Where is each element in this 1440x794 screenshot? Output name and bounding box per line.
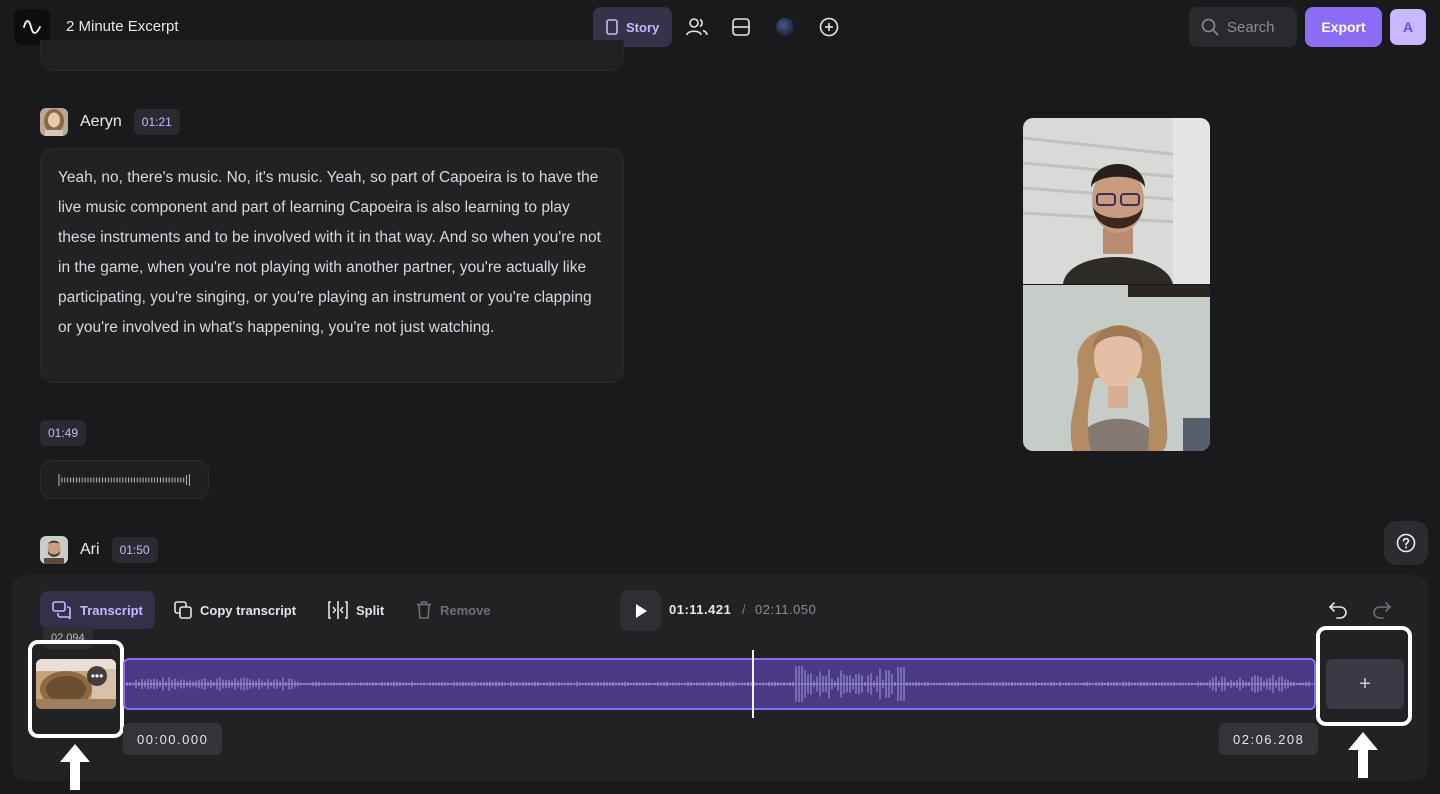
audio-track[interactable] (123, 658, 1316, 710)
remove-button[interactable]: Remove (404, 591, 503, 629)
audio-snippet[interactable] (40, 460, 209, 499)
timestamp-badge[interactable]: 01:49 (40, 420, 87, 446)
video-frame-image (1023, 118, 1210, 451)
export-button[interactable]: Export (1305, 7, 1382, 47)
timestamp-badge[interactable]: 01:21 (133, 109, 180, 135)
speaker-header: Aeryn 01:21 (40, 108, 180, 136)
layout-button[interactable] (722, 7, 760, 47)
add-scene-button[interactable] (810, 7, 848, 47)
woman-avatar-icon (40, 108, 68, 136)
playhead[interactable] (752, 650, 754, 718)
speaker-header: Ari 01:50 (40, 536, 158, 564)
total-duration: 02:11.050 (755, 602, 817, 617)
search-label: Search (1227, 18, 1275, 36)
audio-waveform-icon (58, 473, 190, 486)
search-button[interactable]: Search (1189, 7, 1297, 47)
view-tools: Story (593, 7, 848, 47)
time-separator: / (742, 602, 746, 617)
audio-block-header: 01:49 (40, 420, 87, 446)
speaker-avatar-ari (40, 536, 68, 564)
transcript-toggle-label: Transcript (80, 602, 143, 618)
help-button[interactable] (1384, 521, 1428, 565)
copy-transcript-button[interactable]: Copy transcript (162, 591, 308, 629)
split-icon (328, 601, 348, 619)
track-end-time: 02:06.208 (1219, 723, 1319, 755)
arrow-up-icon (60, 744, 90, 790)
intro-clip-highlight (28, 640, 124, 738)
user-avatar[interactable]: A (1390, 9, 1426, 45)
man-avatar-icon (40, 536, 68, 564)
transcript-card[interactable]: Yeah, no, there's music. No, it's music.… (40, 148, 624, 383)
arrow-up-icon (1348, 732, 1378, 778)
play-button[interactable] (620, 590, 661, 631)
track-start-time: 00:00.000 (123, 723, 223, 755)
remove-label: Remove (440, 602, 491, 618)
speaker-name[interactable]: Ari (80, 541, 100, 559)
play-icon (635, 603, 647, 618)
chat-bubbles-icon (52, 601, 71, 619)
transcript-toggle-button[interactable]: Transcript (40, 591, 155, 629)
project-title[interactable]: 2 Minute Excerpt (66, 18, 179, 35)
speakers-button[interactable] (678, 7, 716, 47)
split-button[interactable]: Split (316, 591, 396, 629)
redo-button[interactable] (1369, 597, 1395, 623)
search-icon (1201, 18, 1219, 36)
users-icon (686, 18, 709, 36)
copy-transcript-label: Copy transcript (200, 602, 297, 618)
split-label: Split (356, 602, 385, 618)
scene-thumbnail-icon (776, 18, 795, 36)
previous-transcript-card (40, 40, 624, 71)
layout-icon (732, 18, 751, 36)
redo-icon (1373, 602, 1392, 619)
waveform-logo-icon (23, 20, 41, 34)
trash-icon (417, 601, 431, 619)
current-time: 01:11.421 (669, 602, 732, 617)
transcript-text[interactable]: Yeah, no, there's music. No, it's music.… (58, 163, 606, 343)
document-icon (606, 19, 618, 35)
story-tab-label: Story (626, 19, 660, 35)
add-clip-highlight (1316, 626, 1412, 726)
question-circle-icon (1396, 533, 1416, 553)
timestamp-badge[interactable]: 01:50 (111, 537, 158, 563)
speaker-avatar-aeryn (40, 108, 68, 136)
speaker-name[interactable]: Aeryn (80, 113, 122, 131)
undo-button[interactable] (1325, 597, 1351, 623)
track-waveform (125, 666, 1314, 702)
scene-button[interactable] (766, 7, 804, 47)
copy-icon (174, 601, 192, 619)
video-preview[interactable] (1023, 118, 1210, 451)
plus-circle-icon (819, 17, 839, 37)
undo-icon (1328, 602, 1347, 619)
